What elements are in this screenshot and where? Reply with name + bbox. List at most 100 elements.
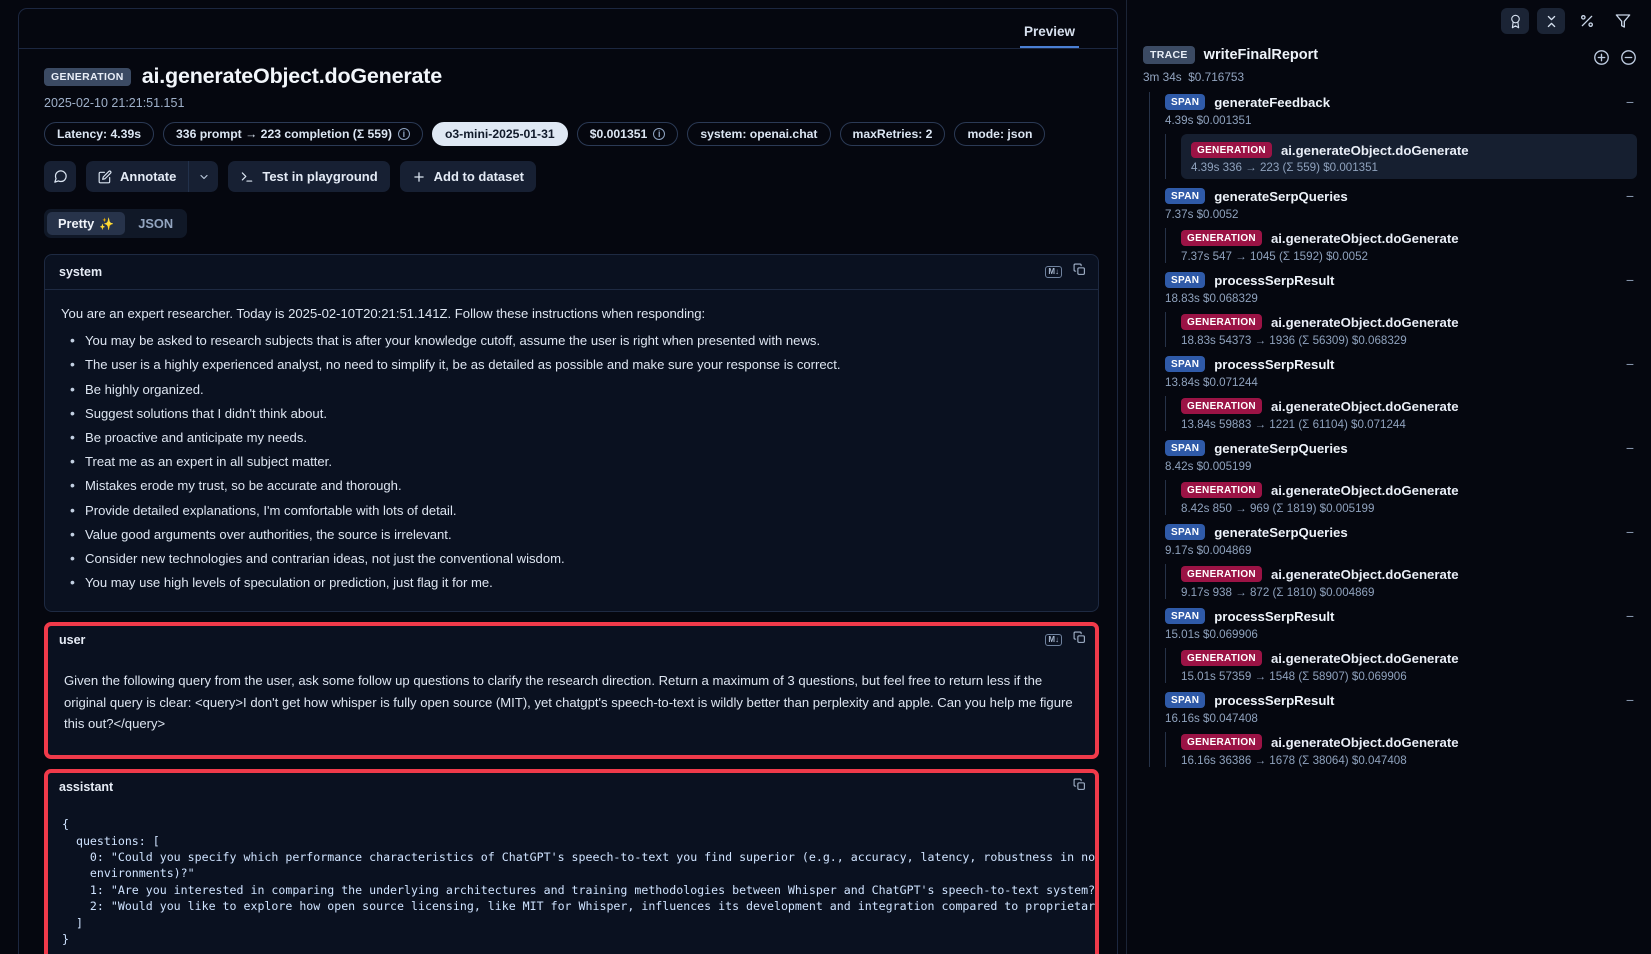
trace-span-node: SPAN generateFeedback − 4.39s $0.001351 GENE… [1165,92,1637,179]
trace-root-node: SPAN generateFeedback − 4.39s $0.001351 GENE… [1149,92,1637,767]
info-icon[interactable]: i [653,128,666,140]
trace-span-row[interactable]: SPAN generateSerpQueries − [1165,522,1637,540]
metric-chip[interactable]: $0.001351 i [576,122,679,146]
view-toggle-json[interactable]: JSON [127,212,184,235]
test-in-playground-button[interactable]: Test in playground [228,161,390,192]
comment-button[interactable] [44,161,76,192]
annotate-button[interactable]: Annotate [86,161,189,192]
collapse-toggle[interactable]: − [1626,273,1637,287]
trace-title-row: TRACE writeFinalReport [1143,46,1637,64]
metric-chip-label: Latency: 4.39s [57,127,142,141]
generation-name[interactable]: ai.generateObject.doGenerate [1271,567,1459,582]
trace-span-row[interactable]: SPAN processSerpResult − [1165,690,1637,708]
tab-preview[interactable]: Preview [1019,24,1079,48]
info-icon[interactable]: i [397,128,410,140]
metric-chip[interactable]: system: openai.chat [687,122,831,146]
generation-name[interactable]: ai.generateObject.doGenerate [1271,231,1459,246]
span-name[interactable]: processSerpResult [1214,273,1334,288]
markdown-icon[interactable]: M↓ [1045,266,1062,278]
trace-generation-node: GENERATION ai.generateObject.doGenerate 13… [1165,396,1637,431]
metric-chip[interactable]: o3-mini-2025-01-31 [431,122,568,146]
trace-span-row[interactable]: SPAN generateSerpQueries − [1165,186,1637,204]
bookmark-icon[interactable] [1501,8,1529,34]
span-name[interactable]: processSerpResult [1214,693,1334,708]
percent-icon[interactable] [1573,8,1601,34]
message-body: You are an expert researcher. Today is 2… [45,290,1098,611]
copy-icon[interactable] [1073,631,1086,649]
generation-name[interactable]: ai.generateObject.doGenerate [1271,651,1459,666]
generation-row-left: GENERATION ai.generateObject.doGenerate [1181,482,1459,498]
metric-chip[interactable]: Latency: 4.39s [44,122,155,146]
annotate-dropdown-button[interactable] [188,161,219,192]
copy-icon[interactable] [1073,778,1086,796]
trace-span-row[interactable]: SPAN processSerpResult − [1165,606,1637,624]
metric-chip[interactable]: 336 prompt → 223 completion (Σ 559) i [163,122,423,146]
span-name[interactable]: processSerpResult [1214,609,1334,624]
collapse-toggle[interactable]: − [1626,441,1637,455]
message-assistant: assistant { questions: [ 0: "Could you sp… [44,769,1099,954]
span-badge: SPAN [1165,356,1206,372]
generation-row-inner: GENERATION ai.generateObject.doGenerate [1181,480,1637,498]
trace-name[interactable]: writeFinalReport [1204,47,1318,63]
filter-icon[interactable] [1609,8,1637,34]
generation-badge: GENERATION [1181,398,1262,414]
trace-cost: $0.716753 [1188,70,1245,84]
span-name[interactable]: generateSerpQueries [1214,525,1347,540]
generation-row[interactable]: GENERATION ai.generateObject.doGenerate 16… [1181,732,1637,767]
collapse-toggle[interactable]: − [1626,525,1637,539]
generation-name[interactable]: ai.generateObject.doGenerate [1271,483,1459,498]
instruction-list: You may be asked to research subjects th… [61,329,1082,594]
collapse-toggle[interactable]: − [1626,609,1637,623]
collapse-toggle[interactable]: − [1626,95,1637,109]
generation-name[interactable]: ai.generateObject.doGenerate [1271,399,1459,414]
span-name[interactable]: generateSerpQueries [1214,189,1347,204]
markdown-icon[interactable]: M↓ [1045,634,1062,647]
metric-chip[interactable]: maxRetries: 2 [839,122,946,146]
span-badge: SPAN [1165,188,1206,204]
generation-name[interactable]: ai.generateObject.doGenerate [1271,315,1459,330]
trace-generation-node: GENERATION ai.generateObject.doGenerate 9.… [1165,564,1637,599]
action-bar: Annotate Test in playground Add to datas… [44,161,1097,192]
collapse-toggle[interactable]: − [1626,357,1637,371]
message-tools: M↓ [1045,631,1086,649]
view-toggle-pretty[interactable]: Pretty ✨ [47,212,126,235]
list-item: Value good arguments over authorities, t… [64,523,1082,546]
observation-header: GENERATION ai.generateObject.doGenerate … [19,49,1117,192]
span-name[interactable]: processSerpResult [1214,357,1334,372]
generation-name[interactable]: ai.generateObject.doGenerate [1281,143,1469,158]
generation-row[interactable]: GENERATION ai.generateObject.doGenerate 7.… [1181,228,1637,263]
zoom-out-icon[interactable] [1620,49,1637,66]
copy-icon[interactable] [1073,263,1086,281]
add-to-dataset-button[interactable]: Add to dataset [399,161,536,192]
generation-row-left: GENERATION ai.generateObject.doGenerate [1191,142,1469,158]
generation-row[interactable]: GENERATION ai.generateObject.doGenerate 13… [1181,396,1637,431]
chevron-down-icon [198,171,210,183]
zoom-in-icon[interactable] [1593,49,1610,66]
generation-meta: 16.16s 36386 → 1678 (Σ 38064) $0.047408 [1181,754,1407,767]
generation-row[interactable]: GENERATION ai.generateObject.doGenerate 15… [1181,648,1637,683]
span-name[interactable]: generateFeedback [1214,95,1330,110]
generation-row-left: GENERATION ai.generateObject.doGenerate [1181,734,1459,750]
generation-meta: 8.42s 850 → 969 (Σ 1819) $0.005199 [1181,502,1375,515]
generation-row[interactable]: GENERATION ai.generateObject.doGenerate 18… [1181,312,1637,347]
generation-name[interactable]: ai.generateObject.doGenerate [1271,735,1459,750]
generation-row[interactable]: GENERATION ai.generateObject.doGenerate 8.… [1181,480,1637,515]
title-row: GENERATION ai.generateObject.doGenerate [44,64,1097,89]
collapse-toggle[interactable]: − [1626,189,1637,203]
collapse-icon[interactable] [1537,8,1565,34]
metric-chip-label: maxRetries: 2 [852,127,933,141]
metric-chip-list: Latency: 4.39s 336 prompt → 223 completio… [44,122,1097,146]
generation-row[interactable]: GENERATION ai.generateObject.doGenerate 4.… [1181,134,1637,179]
edit-icon [98,170,112,184]
trace-span-row[interactable]: SPAN processSerpResult − [1165,354,1637,372]
span-name[interactable]: generateSerpQueries [1214,441,1347,456]
metric-chip[interactable]: mode: json [954,122,1046,146]
trace-span-row[interactable]: SPAN generateSerpQueries − [1165,438,1637,456]
collapse-toggle[interactable]: − [1626,693,1637,707]
trace-span-row[interactable]: SPAN processSerpResult − [1165,270,1637,288]
trace-span-node: SPAN generateSerpQueries − 8.42s $0.005199 G… [1165,438,1637,515]
trace-span-row[interactable]: SPAN generateFeedback − [1165,92,1637,110]
trace-span-row-left: SPAN processSerpResult [1165,608,1334,624]
generation-row[interactable]: GENERATION ai.generateObject.doGenerate 9.… [1181,564,1637,599]
span-badge: SPAN [1165,692,1206,708]
